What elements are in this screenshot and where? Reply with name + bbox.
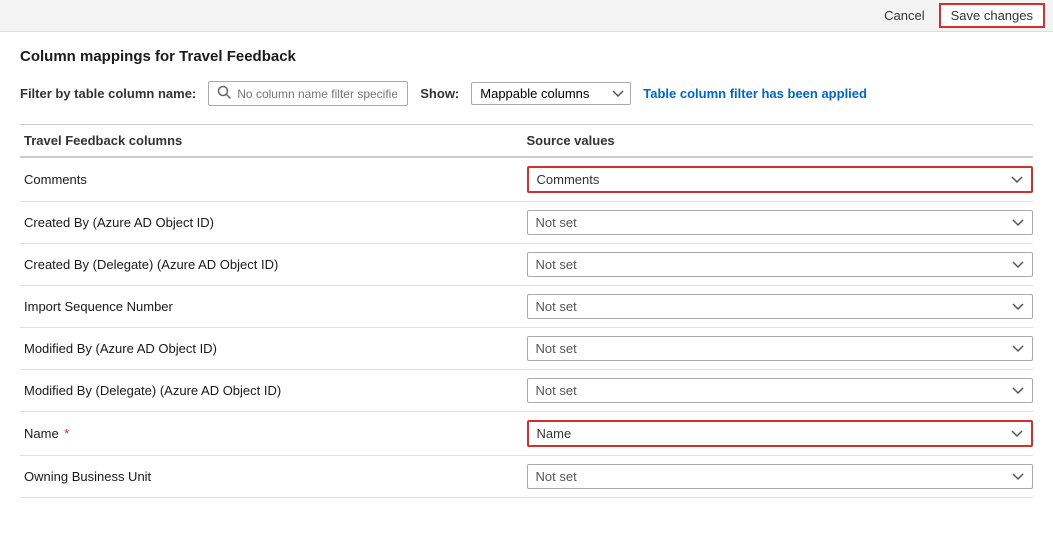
filter-input-wrapper	[208, 81, 408, 106]
row-label-6: Name *	[20, 426, 527, 441]
save-button[interactable]: Save changes	[939, 3, 1045, 28]
row-select-0[interactable]: CommentsNot set	[527, 166, 1034, 193]
table-row: Created By (Delegate) (Azure AD Object I…	[20, 244, 1033, 286]
table-row: Modified By (Delegate) (Azure AD Object …	[20, 370, 1033, 412]
filter-applied-message: Table column filter has been applied	[643, 86, 867, 101]
row-select-7[interactable]: Not setComments	[527, 464, 1034, 489]
row-select-1[interactable]: Not setComments	[527, 210, 1034, 235]
table-row: Created By (Azure AD Object ID)Not setCo…	[20, 202, 1033, 244]
row-value-2: Not setComments	[527, 252, 1034, 277]
table-row: Modified By (Azure AD Object ID)Not setC…	[20, 328, 1033, 370]
row-value-7: Not setComments	[527, 464, 1034, 489]
table-row: Name *NameNot setComments	[20, 412, 1033, 456]
row-select-3[interactable]: Not setComments	[527, 294, 1034, 319]
row-value-0: CommentsNot set	[527, 166, 1034, 193]
row-value-4: Not setComments	[527, 336, 1034, 361]
row-value-5: Not setComments	[527, 378, 1034, 403]
cancel-button[interactable]: Cancel	[876, 5, 932, 26]
row-select-4[interactable]: Not setComments	[527, 336, 1034, 361]
row-label-0: Comments	[20, 172, 527, 187]
required-star-6: *	[61, 426, 70, 441]
main-content: Column mappings for Travel Feedback Filt…	[0, 32, 1053, 514]
row-value-6: NameNot setComments	[527, 420, 1034, 447]
table-body: CommentsCommentsNot setCreated By (Azure…	[20, 158, 1033, 498]
row-select-2[interactable]: Not setComments	[527, 252, 1034, 277]
filter-label: Filter by table column name:	[20, 86, 196, 101]
row-select-5[interactable]: Not setComments	[527, 378, 1034, 403]
row-label-5: Modified By (Delegate) (Azure AD Object …	[20, 383, 527, 398]
table-row: Import Sequence NumberNot setComments	[20, 286, 1033, 328]
column-filter-input[interactable]	[237, 87, 397, 101]
search-icon	[217, 85, 231, 102]
table-header: Travel Feedback columns Source values	[20, 124, 1033, 158]
top-bar: Cancel Save changes	[0, 0, 1053, 32]
row-label-7: Owning Business Unit	[20, 469, 527, 484]
row-label-1: Created By (Azure AD Object ID)	[20, 215, 527, 230]
row-label-4: Modified By (Azure AD Object ID)	[20, 341, 527, 356]
row-label-3: Import Sequence Number	[20, 299, 527, 314]
row-select-6[interactable]: NameNot setComments	[527, 420, 1034, 447]
row-value-3: Not setComments	[527, 294, 1034, 319]
column-header-right: Source values	[527, 133, 1034, 148]
show-label: Show:	[420, 86, 459, 101]
row-value-1: Not setComments	[527, 210, 1034, 235]
page-title: Column mappings for Travel Feedback	[20, 48, 1033, 65]
show-select[interactable]: Mappable columnsAll columns	[471, 82, 631, 105]
column-header-left: Travel Feedback columns	[20, 133, 527, 148]
table-row: Owning Business UnitNot setComments	[20, 456, 1033, 498]
filter-bar: Filter by table column name: Show: Mappa…	[20, 81, 1033, 106]
row-label-2: Created By (Delegate) (Azure AD Object I…	[20, 257, 527, 272]
table-row: CommentsCommentsNot set	[20, 158, 1033, 202]
